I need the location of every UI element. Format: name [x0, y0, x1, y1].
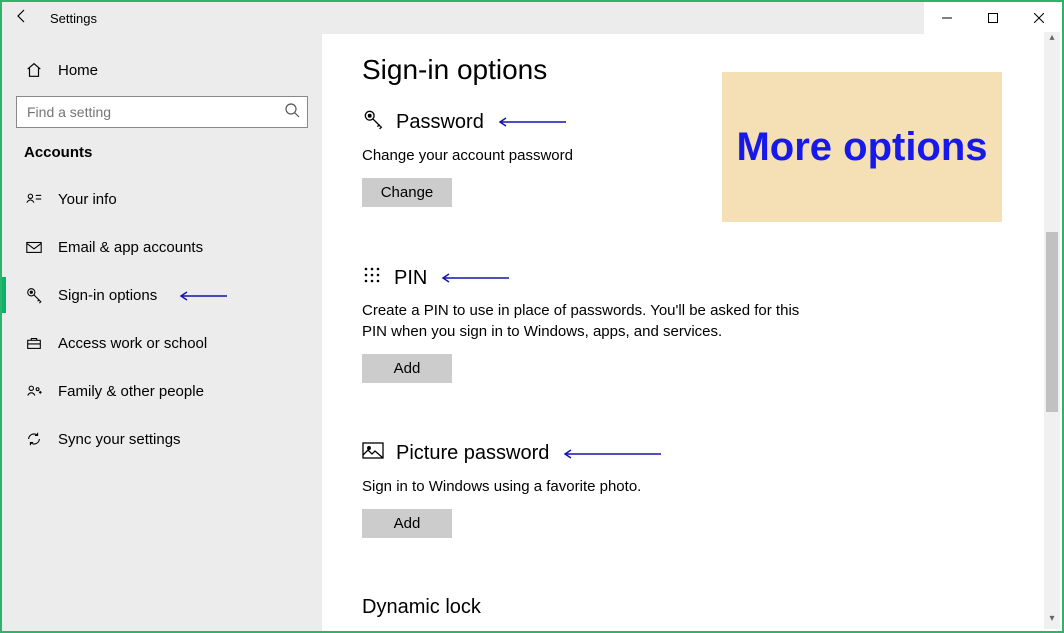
sidebar-item-label: Sign-in options — [58, 287, 157, 304]
sidebar-item-label: Email & app accounts — [58, 239, 203, 256]
annotation-arrow — [561, 442, 661, 465]
add-pin-button[interactable]: Add — [362, 354, 452, 383]
password-title: Password — [396, 111, 484, 134]
dynamic-title: Dynamic lock — [362, 596, 481, 619]
back-button[interactable] — [2, 2, 42, 34]
section-dynamic: Dynamic lock Windows can lock when devic… — [362, 596, 1022, 631]
scroll-down-icon[interactable]: ▾ — [1044, 613, 1060, 629]
annotation-arrow — [496, 111, 566, 134]
picture-icon — [362, 441, 384, 467]
section-pin: PIN Create a PIN to use in place of pass… — [362, 265, 1022, 383]
annotation-overlay: More options — [722, 72, 1002, 222]
add-picture-button[interactable]: Add — [362, 509, 452, 538]
home-nav[interactable]: Home — [2, 48, 322, 92]
key-icon — [362, 108, 384, 136]
people-icon — [24, 381, 44, 401]
sidebar-item-sync[interactable]: Sync your settings — [2, 415, 322, 463]
person-card-icon — [24, 189, 44, 209]
mail-icon — [24, 237, 44, 257]
home-icon — [24, 60, 44, 80]
pin-title: PIN — [394, 267, 427, 290]
picture-desc: Sign in to Windows using a favorite phot… — [362, 477, 802, 497]
annotation-arrow — [177, 287, 227, 304]
pin-desc: Create a PIN to use in place of password… — [362, 301, 802, 342]
annotation-arrow — [439, 267, 509, 290]
scroll-thumb[interactable] — [1046, 232, 1058, 412]
sidebar-category: Accounts — [2, 144, 322, 175]
sidebar: Home Accounts Your info Email & app acco… — [2, 2, 322, 631]
home-label: Home — [58, 62, 98, 79]
briefcase-icon — [24, 333, 44, 353]
sidebar-item-label: Access work or school — [58, 335, 207, 352]
annotation-text: More options — [736, 124, 987, 170]
sidebar-item-label: Your info — [58, 191, 117, 208]
search-input[interactable] — [16, 96, 308, 128]
sidebar-item-label: Family & other people — [58, 383, 204, 400]
sidebar-item-your-info[interactable]: Your info — [2, 175, 322, 223]
sync-icon — [24, 429, 44, 449]
search-wrap — [16, 96, 308, 128]
settings-window: Settings Home Accounts — [0, 0, 1064, 633]
section-picture: Picture password Sign in to Windows usin… — [362, 441, 1022, 538]
change-password-button[interactable]: Change — [362, 178, 452, 207]
key-icon — [24, 285, 44, 305]
sidebar-item-label: Sync your settings — [58, 431, 181, 448]
sidebar-item-family[interactable]: Family & other people — [2, 367, 322, 415]
dynamic-desc: Windows can lock when devices paired to … — [362, 629, 802, 631]
window-title: Settings — [42, 11, 97, 26]
sidebar-item-email[interactable]: Email & app accounts — [2, 223, 322, 271]
sidebar-item-signin[interactable]: Sign-in options — [2, 271, 322, 319]
sidebar-item-work[interactable]: Access work or school — [2, 319, 322, 367]
search-icon — [284, 102, 300, 121]
main-content: Sign-in options Password Change your acc… — [322, 2, 1062, 631]
scroll-up-icon[interactable]: ▴ — [1044, 32, 1060, 48]
picture-title: Picture password — [396, 442, 549, 465]
keypad-icon — [362, 265, 382, 291]
scrollbar[interactable]: ▴ ▾ — [1044, 32, 1060, 629]
